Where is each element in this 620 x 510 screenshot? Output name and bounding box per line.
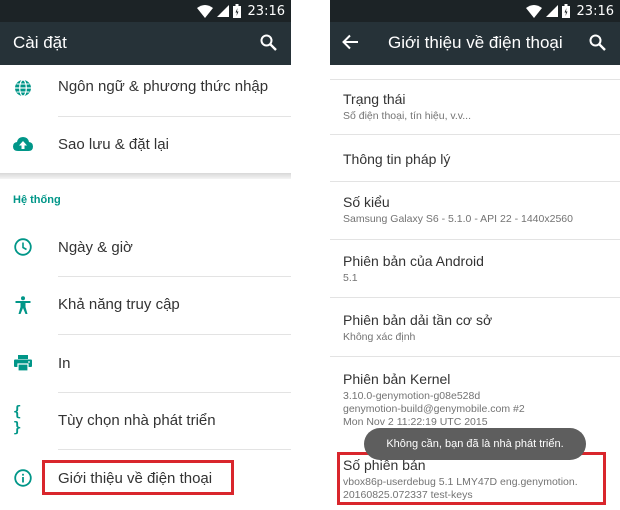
search-icon[interactable] xyxy=(589,34,606,56)
about-item-legal-info[interactable]: Thông tin pháp lý xyxy=(343,151,614,167)
about-item-baseband-version[interactable]: Phiên bản dải tần cơ sở Không xác định xyxy=(343,312,614,344)
about-item-subtitle: 5.1 xyxy=(343,272,358,284)
settings-item-language[interactable]: Ngôn ngữ & phương thức nhập xyxy=(0,65,291,117)
page-title: Giới thiệu về điện thoại xyxy=(388,33,563,52)
app-bar: Giới thiệu về điện thoại xyxy=(330,22,620,65)
about-item-title: Thông tin pháp lý xyxy=(343,151,451,167)
settings-item-printing[interactable]: In xyxy=(0,335,291,392)
about-item-title: Phiên bản của Android xyxy=(343,253,484,269)
about-item-subtitle: 3.10.0-genymotion-g08e528d genymotion-bu… xyxy=(343,390,614,429)
clock-icon xyxy=(13,237,33,257)
page-title: Cài đặt xyxy=(13,33,67,52)
settings-item-accessibility[interactable]: Khả năng truy cập xyxy=(0,277,291,334)
info-icon xyxy=(13,468,33,488)
accessibility-icon xyxy=(13,295,33,315)
printer-icon xyxy=(13,353,33,373)
status-time: 23:16 xyxy=(576,3,614,19)
about-item-subtitle: Không xác định xyxy=(343,331,416,343)
section-title: Hệ thống xyxy=(13,194,61,206)
settings-item-label: Tùy chọn nhà phát triển xyxy=(58,412,216,429)
app-bar: Cài đặt xyxy=(0,22,291,65)
section-divider xyxy=(0,173,291,179)
about-item-title: Số kiểu xyxy=(343,194,390,210)
subtitle-line: 3.10.0-genymotion-g08e528d xyxy=(343,390,481,402)
status-bar: 23:16 xyxy=(0,0,291,22)
cell-signal-icon xyxy=(545,5,558,17)
cloud-upload-icon xyxy=(13,134,33,154)
about-item-kernel-version[interactable]: Phiên bản Kernel 3.10.0-genymotion-g08e5… xyxy=(343,371,614,429)
settings-item-backup[interactable]: Sao lưu & đặt lại xyxy=(0,117,291,173)
wifi-icon xyxy=(525,4,542,18)
settings-item-label: In xyxy=(58,355,71,372)
about-item-status[interactable]: Trạng thái Số điện thoại, tín hiệu, v.v.… xyxy=(343,91,614,123)
settings-item-label: Ngôn ngữ & phương thức nhập xyxy=(58,78,269,95)
divider xyxy=(330,79,620,80)
status-time: 23:16 xyxy=(247,3,285,19)
divider xyxy=(330,356,620,357)
subtitle-line: genymotion-build@genymobile.com #2 xyxy=(343,403,525,415)
gutter xyxy=(291,0,330,510)
battery-icon xyxy=(232,4,241,18)
about-item-android-version[interactable]: Phiên bản của Android 5.1 xyxy=(343,253,614,285)
back-arrow-icon[interactable] xyxy=(342,34,359,55)
settings-item-label: Sao lưu & đặt lại xyxy=(58,136,169,153)
divider xyxy=(330,297,620,298)
globe-icon xyxy=(13,78,33,98)
settings-item-label: Khả năng truy cập xyxy=(58,296,180,313)
code-braces-icon: { } xyxy=(13,404,23,436)
about-item-title: Phiên bản dải tần cơ sở xyxy=(343,312,493,328)
about-item-title: Trạng thái xyxy=(343,91,406,107)
about-item-model-number[interactable]: Số kiểu Samsung Galaxy S6 - 5.1.0 - API … xyxy=(343,194,614,226)
battery-icon xyxy=(561,4,570,18)
wifi-icon xyxy=(196,4,213,18)
settings-item-label: Ngày & giờ xyxy=(58,239,133,256)
status-bar: 23:16 xyxy=(330,0,620,22)
highlight-box xyxy=(42,460,234,495)
settings-item-date-time[interactable]: Ngày & giờ xyxy=(0,220,291,276)
about-item-title: Phiên bản Kernel xyxy=(343,371,451,387)
search-icon[interactable] xyxy=(260,34,277,56)
divider xyxy=(330,134,620,135)
settings-screen: 23:16 Cài đặt Ngôn ngữ & phương thức nhậ… xyxy=(0,0,291,510)
cell-signal-icon xyxy=(216,5,229,17)
settings-item-developer-options[interactable]: { } Tùy chọn nhà phát triển xyxy=(0,393,291,449)
toast-message: Không cần, bạn đã là nhà phát triển. xyxy=(364,428,586,460)
divider xyxy=(330,181,620,182)
about-item-subtitle: Số điện thoại, tín hiệu, v.v... xyxy=(343,110,472,122)
divider xyxy=(330,239,620,240)
about-item-subtitle: Samsung Galaxy S6 - 5.1.0 - API 22 - 144… xyxy=(343,213,573,225)
